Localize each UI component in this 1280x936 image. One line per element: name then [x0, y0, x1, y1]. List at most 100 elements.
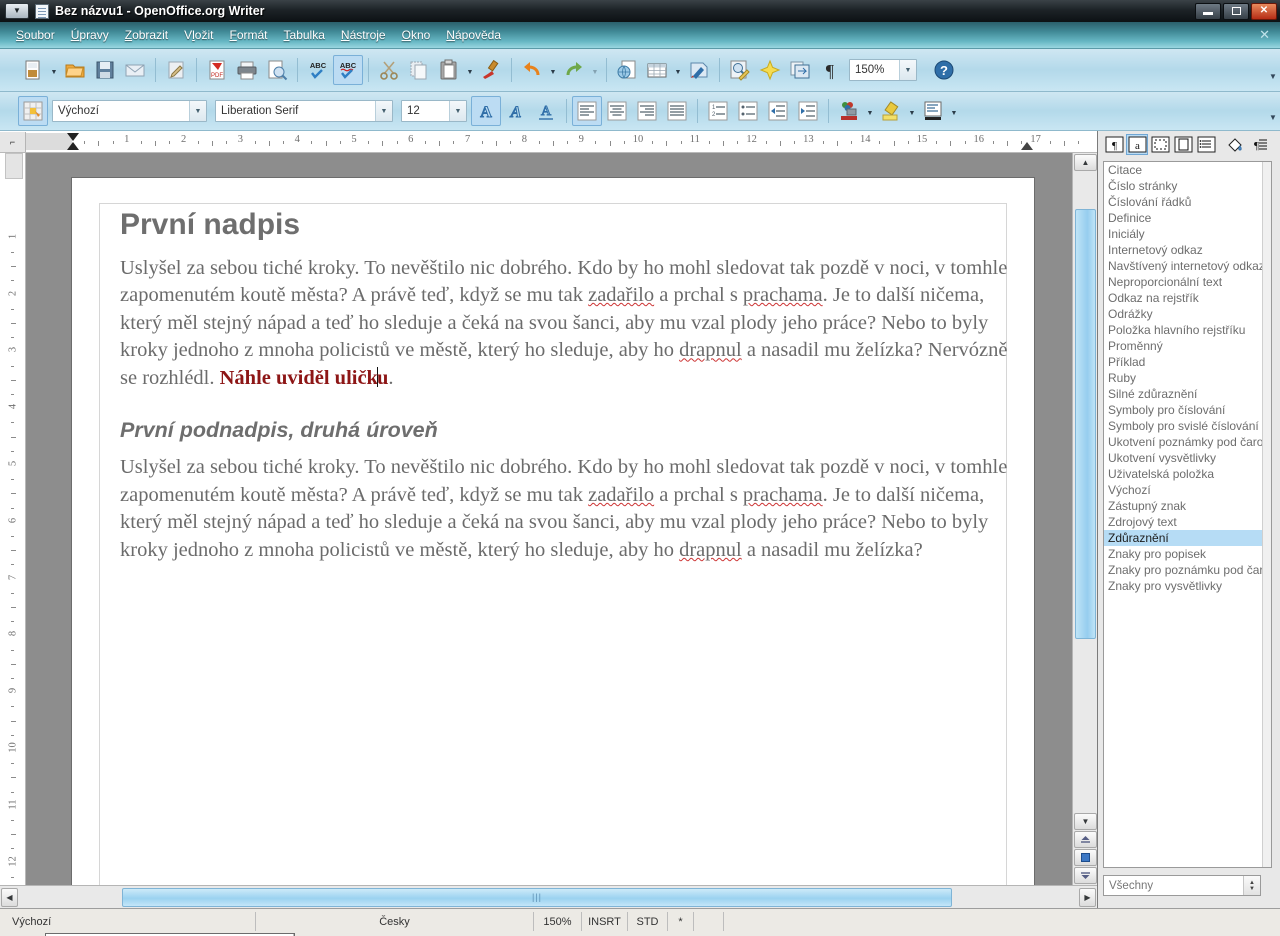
- character-styles-tab[interactable]: a: [1126, 133, 1148, 155]
- justify-button[interactable]: [662, 96, 692, 126]
- menu-tabulka[interactable]: Tabulka: [276, 25, 333, 45]
- new-style-from-selection-icon[interactable]: ¶: [1247, 134, 1269, 155]
- style-list-item[interactable]: Odrážky: [1104, 306, 1271, 322]
- formatting-marks-icon[interactable]: ¶: [815, 55, 845, 85]
- undo-icon[interactable]: [517, 55, 547, 85]
- undo-dropdown-icon[interactable]: ▼: [547, 56, 559, 84]
- font-size-combo[interactable]: 12 ▼: [401, 100, 467, 122]
- horizontal-ruler[interactable]: ⌐ 1 2 3 4 5 6 7 8 9 10 11 12 13 14 15 16 17: [0, 131, 1097, 153]
- unordered-list-button[interactable]: [733, 96, 763, 126]
- bold-button[interactable]: A: [471, 96, 501, 126]
- style-list-item[interactable]: Odkaz na rejstřík: [1104, 290, 1271, 306]
- background-color-dropdown-icon[interactable]: ▼: [948, 97, 960, 125]
- align-right-button[interactable]: [632, 96, 662, 126]
- style-list-item[interactable]: Symboly pro svislé číslování: [1104, 418, 1271, 434]
- styles-list[interactable]: Citace Číslo stránky Číslování řádků Defini…: [1103, 161, 1272, 868]
- ordered-list-button[interactable]: 12: [703, 96, 733, 126]
- save-icon[interactable]: [90, 55, 120, 85]
- cut-icon[interactable]: [374, 55, 404, 85]
- paste-dropdown-icon[interactable]: ▼: [464, 56, 476, 84]
- font-color-dropdown-icon[interactable]: ▼: [864, 97, 876, 125]
- style-list-item[interactable]: Proměnný: [1104, 338, 1271, 354]
- navigation-icon[interactable]: [1074, 849, 1097, 866]
- toolbar-overflow-icon[interactable]: ▼: [1266, 55, 1280, 85]
- frame-styles-tab[interactable]: [1149, 134, 1171, 155]
- style-list-item[interactable]: Znaky pro poznámku pod čarou: [1104, 562, 1271, 578]
- italic-button[interactable]: A: [501, 96, 531, 126]
- style-list-item[interactable]: Znaky pro vysvětlivky: [1104, 578, 1271, 594]
- status-insert-mode[interactable]: INSRT: [582, 912, 628, 931]
- print-icon[interactable]: [232, 55, 262, 85]
- copy-icon[interactable]: [404, 55, 434, 85]
- menu-upravy[interactable]: Úpravy: [63, 25, 117, 45]
- style-list-item[interactable]: Silné zdůraznění: [1104, 386, 1271, 402]
- status-signature[interactable]: [694, 912, 724, 931]
- paragraph-styles-tab[interactable]: ¶: [1103, 134, 1125, 155]
- style-list-item[interactable]: Zdrojový text: [1104, 514, 1271, 530]
- new-document-dropdown-icon[interactable]: ▼: [48, 56, 60, 84]
- paragraph-2[interactable]: Uslyšel za sebou tiché kroky. To nevěšti…: [120, 454, 1012, 564]
- menu-format[interactable]: Formát: [221, 25, 275, 45]
- horizontal-scroll-thumb[interactable]: |||: [122, 887, 952, 907]
- menu-soubor[interactable]: Soubor: [8, 25, 63, 45]
- increase-indent-button[interactable]: [793, 96, 823, 126]
- font-size-dropdown-icon[interactable]: ▼: [449, 101, 466, 121]
- document-text-area[interactable]: První nadpis Uslyšel za sebou tiché krok…: [120, 208, 1012, 565]
- highlighting-button[interactable]: [876, 96, 906, 126]
- spellcheck-icon[interactable]: ABC: [303, 55, 333, 85]
- scroll-down-button[interactable]: ▼: [1074, 813, 1097, 830]
- previous-page-icon[interactable]: [1074, 831, 1097, 848]
- styles-filter-dropdown-icon[interactable]: ▲ ▼: [1243, 876, 1260, 895]
- menu-napoveda[interactable]: Nápověda: [438, 25, 509, 45]
- horizontal-scrollbar[interactable]: ◀ ||| ▶: [0, 885, 1097, 908]
- style-list-item[interactable]: Symboly pro číslování: [1104, 402, 1271, 418]
- clone-formatting-icon[interactable]: [476, 55, 506, 85]
- scroll-up-button[interactable]: ▲: [1074, 154, 1097, 171]
- minimize-button[interactable]: [1195, 2, 1221, 20]
- highlighting-dropdown-icon[interactable]: ▼: [906, 97, 918, 125]
- align-left-button[interactable]: [572, 96, 602, 126]
- style-list-item[interactable]: Ruby: [1104, 370, 1271, 386]
- style-list-item[interactable]: Zástupný znak: [1104, 498, 1271, 514]
- print-preview-icon[interactable]: [262, 55, 292, 85]
- style-list-item[interactable]: Příklad: [1104, 354, 1271, 370]
- zoom-combo[interactable]: 150% ▼: [849, 59, 917, 81]
- hyperlink-icon[interactable]: [612, 55, 642, 85]
- zoom-dropdown-icon[interactable]: ▼: [899, 60, 916, 80]
- status-language[interactable]: Česky: [256, 912, 534, 931]
- style-list-item[interactable]: Ukotvení vysvětlivky: [1104, 450, 1271, 466]
- email-document-icon[interactable]: [120, 55, 150, 85]
- style-list-item[interactable]: Neproporcionální text: [1104, 274, 1271, 290]
- paragraph-style-dropdown-icon[interactable]: ▼: [189, 101, 206, 121]
- style-list-item[interactable]: Číslo stránky: [1104, 178, 1271, 194]
- first-line-indent-marker[interactable]: [67, 132, 79, 141]
- status-zoom[interactable]: 150%: [534, 912, 582, 931]
- insert-table-icon[interactable]: [642, 55, 672, 85]
- export-pdf-icon[interactable]: PDF: [202, 55, 232, 85]
- apply-style-icon[interactable]: [18, 96, 48, 126]
- vertical-ruler[interactable]: 1 2 3 4 5 6 7 8 9 10 11 12: [0, 153, 26, 907]
- font-color-button[interactable]: [834, 96, 864, 126]
- left-indent-marker[interactable]: [67, 141, 79, 150]
- document-workspace[interactable]: První nadpis Uslyšel za sebou tiché krok…: [26, 153, 1072, 885]
- new-document-icon[interactable]: [18, 55, 48, 85]
- align-center-button[interactable]: [602, 96, 632, 126]
- gallery-icon[interactable]: [755, 55, 785, 85]
- underline-button[interactable]: A: [531, 96, 561, 126]
- menu-nastroje[interactable]: Nástroje: [333, 25, 394, 45]
- close-button[interactable]: ✕: [1251, 2, 1277, 20]
- document-page[interactable]: První nadpis Uslyšel za sebou tiché krok…: [72, 178, 1034, 885]
- scroll-right-button[interactable]: ▶: [1079, 887, 1096, 907]
- list-styles-tab[interactable]: [1195, 134, 1217, 155]
- fill-format-mode-icon[interactable]: [1224, 134, 1246, 155]
- tab-stop-selector-icon[interactable]: ⌐: [0, 131, 26, 152]
- autospellcheck-icon[interactable]: ABC: [333, 55, 363, 85]
- style-list-item[interactable]: Internetový odkaz: [1104, 242, 1271, 258]
- style-list-item[interactable]: Uživatelská položka: [1104, 466, 1271, 482]
- font-name-combo[interactable]: Liberation Serif ▼: [215, 100, 393, 122]
- style-list-item[interactable]: Položka hlavního rejstříku: [1104, 322, 1271, 338]
- style-list-item[interactable]: Zdůraznění: [1104, 530, 1271, 546]
- styles-filter-combo[interactable]: Všechny ▲ ▼: [1103, 875, 1261, 896]
- menu-zobrazit[interactable]: Zobrazit: [117, 25, 176, 45]
- style-list-item[interactable]: Definice: [1104, 210, 1271, 226]
